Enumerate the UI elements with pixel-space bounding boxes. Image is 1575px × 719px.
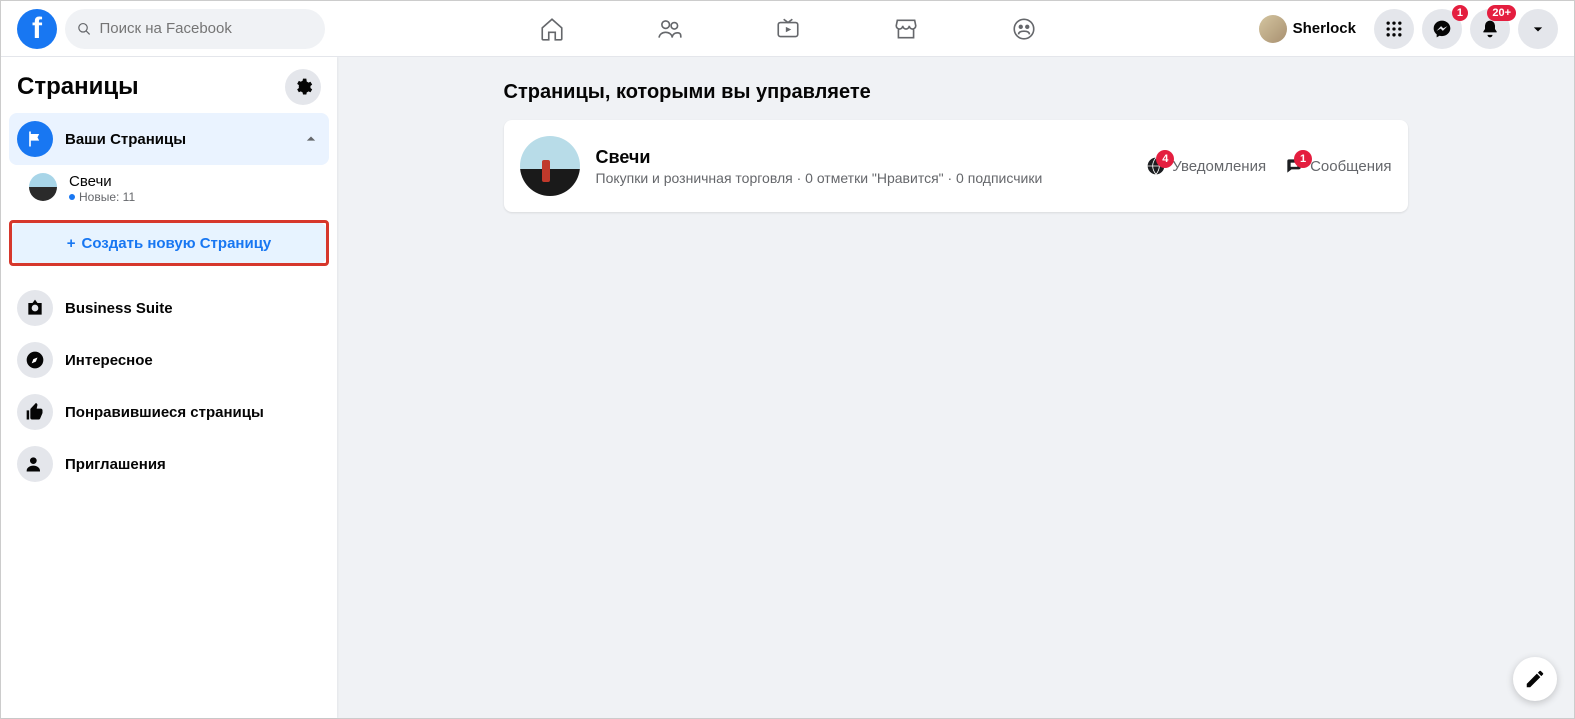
sidebar-item-label: Интересное (65, 352, 321, 369)
sidebar-item-label: Приглашения (65, 456, 321, 473)
bell-icon (1480, 19, 1500, 39)
menu-button[interactable] (1374, 9, 1414, 49)
caret-down-icon (1528, 19, 1548, 39)
edit-icon (1524, 668, 1546, 690)
marketplace-icon (893, 16, 919, 42)
compass-icon (17, 342, 53, 378)
page-meta-text: Новые: 11 (79, 190, 135, 204)
gear-icon (293, 77, 313, 97)
messages-count-badge: 1 (1294, 150, 1312, 168)
grid-icon (1384, 19, 1404, 39)
page-meta: Новые: 11 (69, 190, 135, 204)
create-page-button[interactable]: + Создать новую Страницу (12, 223, 326, 263)
sidebar-item-your-pages[interactable]: Ваши Страницы (9, 113, 329, 165)
groups-icon (1011, 16, 1037, 42)
account-button[interactable] (1518, 9, 1558, 49)
nav-marketplace[interactable] (851, 5, 961, 53)
sidebar-item-label: Ваши Страницы (65, 131, 289, 148)
profile-chip[interactable]: Sherlock (1255, 11, 1366, 47)
notifications-button[interactable]: 20+ (1470, 9, 1510, 49)
friends-icon (657, 16, 683, 42)
card-avatar (520, 136, 580, 196)
sidebar-title: Страницы (17, 73, 139, 101)
nav-groups[interactable] (969, 5, 1079, 53)
person-add-icon (17, 446, 53, 482)
main-inner: Страницы, которыми вы управляете Свечи П… (488, 81, 1424, 212)
messenger-button[interactable]: 1 (1422, 9, 1462, 49)
profile-name: Sherlock (1293, 20, 1356, 37)
main-title: Страницы, которыми вы управляете (504, 81, 1408, 104)
avatar (1259, 15, 1287, 43)
sidebar-item-interesting[interactable]: Интересное (9, 334, 329, 386)
card-messages[interactable]: 1 Сообщения (1284, 156, 1391, 176)
nav-friends[interactable] (615, 5, 725, 53)
card-actions: 4 Уведомления 1 Сообщения (1146, 156, 1391, 176)
sidebar-item-liked-pages[interactable]: Понравившиеся страницы (9, 386, 329, 438)
sidebar-page-item[interactable]: Свечи Новые: 11 (9, 165, 329, 212)
search-input[interactable] (99, 20, 313, 37)
page-avatar (29, 173, 57, 201)
nav-home[interactable] (497, 5, 607, 53)
card-title: Свечи (596, 147, 1131, 168)
create-page-highlight: + Создать новую Страницу (9, 220, 329, 266)
messenger-icon (1432, 19, 1452, 39)
compose-fab[interactable] (1513, 657, 1557, 701)
flag-icon (17, 121, 53, 157)
business-suite-icon (17, 290, 53, 326)
sidebar-item-invites[interactable]: Приглашения (9, 438, 329, 490)
sidebar: Страницы Ваши Страницы Свечи Новые: 11 +… (1, 57, 337, 718)
settings-button[interactable] (285, 69, 321, 105)
page-info: Свечи Новые: 11 (69, 173, 135, 204)
sidebar-item-business-suite[interactable]: Business Suite (9, 282, 329, 334)
card-notifications[interactable]: 4 Уведомления (1146, 156, 1266, 176)
header-right: Sherlock 1 20+ (1255, 9, 1558, 49)
notifications-badge: 20+ (1487, 5, 1516, 21)
header-center-nav (497, 5, 1079, 53)
chevron-up-icon (301, 129, 321, 149)
sidebar-item-label: Понравившиеся страницы (65, 404, 321, 421)
page-name: Свечи (69, 173, 135, 190)
top-header: f Sherlock 1 20+ (1, 1, 1574, 57)
main: Страницы, которыми вы управляете Свечи П… (337, 57, 1574, 212)
nav-watch[interactable] (733, 5, 843, 53)
thumbs-up-icon (17, 394, 53, 430)
page-card[interactable]: Свечи Покупки и розничная торговля · 0 о… (504, 120, 1408, 212)
facebook-logo[interactable]: f (17, 9, 57, 49)
blue-dot-icon (69, 194, 75, 200)
card-messages-label: Сообщения (1310, 158, 1391, 175)
search-box[interactable] (65, 9, 325, 49)
home-icon (539, 16, 565, 42)
sidebar-header: Страницы (9, 69, 329, 113)
plus-icon: + (67, 235, 76, 252)
watch-icon (775, 16, 801, 42)
header-left: f (17, 9, 325, 49)
card-subtitle: Покупки и розничная торговля · 0 отметки… (596, 170, 1131, 186)
create-page-label: Создать новую Страницу (81, 235, 271, 252)
card-body: Свечи Покупки и розничная торговля · 0 о… (596, 147, 1131, 186)
search-icon (77, 21, 91, 37)
messenger-badge: 1 (1452, 5, 1468, 21)
card-notifications-label: Уведомления (1172, 158, 1266, 175)
sidebar-item-label: Business Suite (65, 300, 321, 317)
